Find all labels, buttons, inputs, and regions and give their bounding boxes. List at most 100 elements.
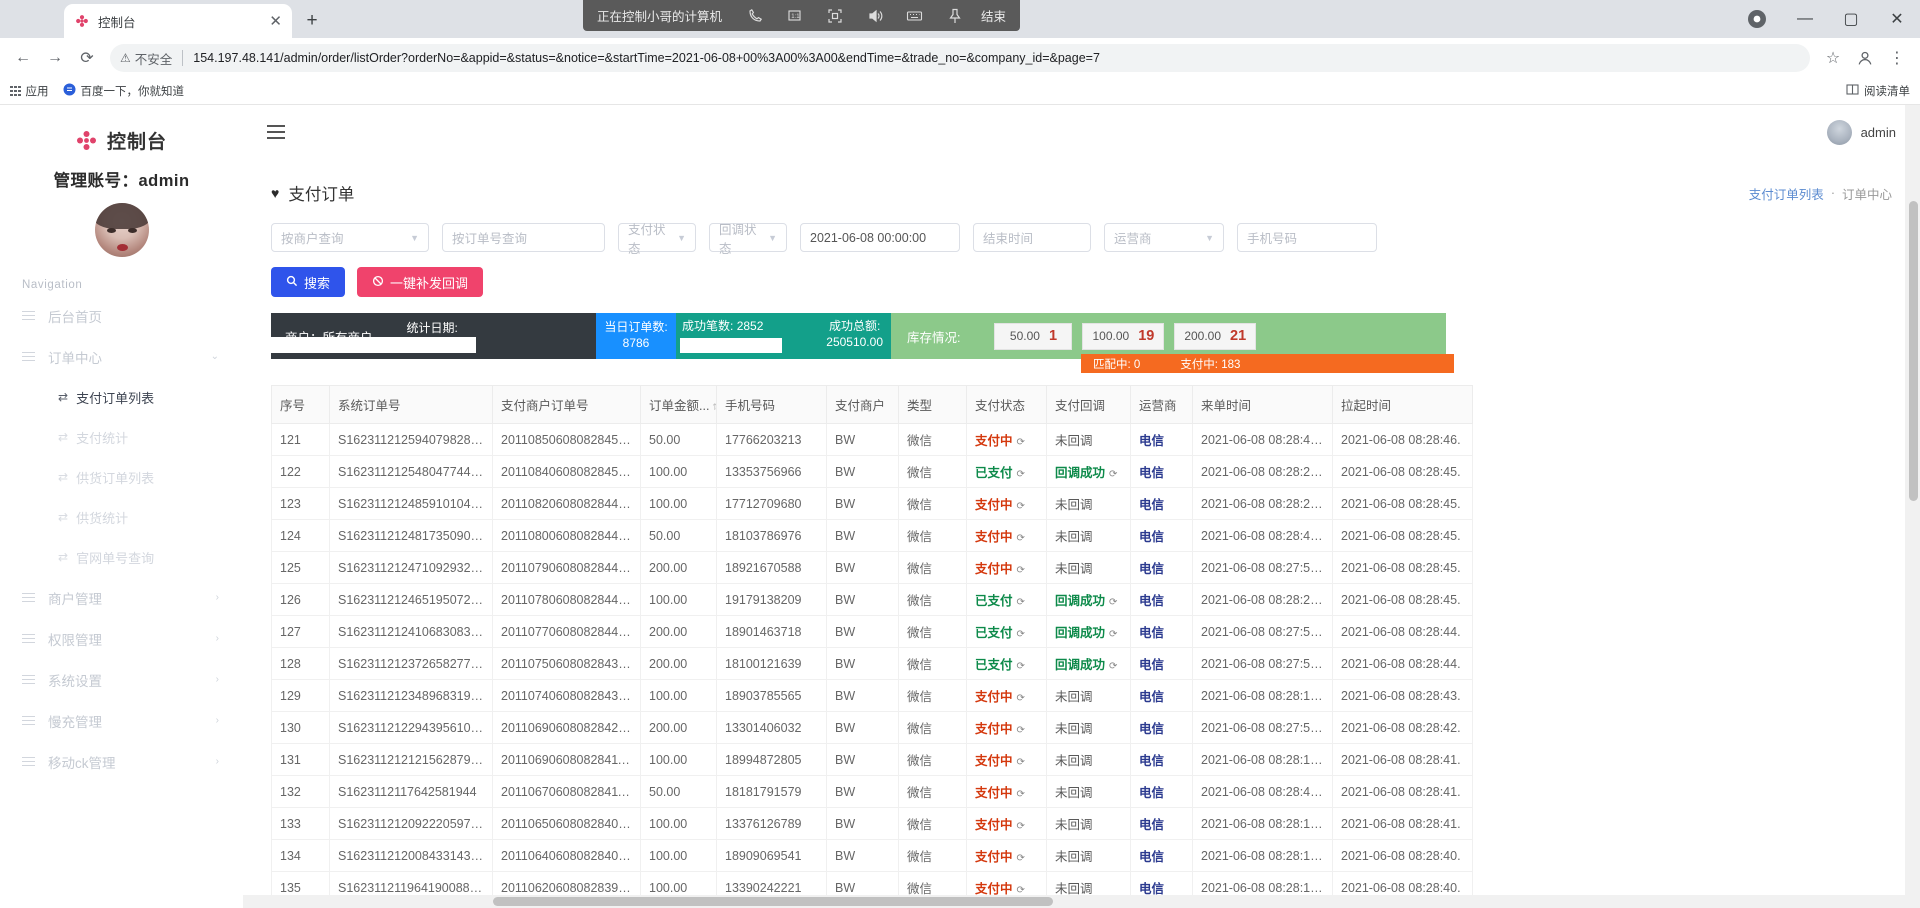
sidebar-item-system-settings[interactable]: 系统设置 › bbox=[0, 659, 243, 700]
refresh-icon[interactable]: ⟳ bbox=[1017, 821, 1025, 832]
refresh-icon[interactable]: ⟳ bbox=[1017, 565, 1025, 576]
table-row[interactable]: 129S1623112123489683191 9201107406080828… bbox=[272, 680, 1473, 712]
horizontal-scrollbar[interactable] bbox=[243, 895, 1920, 908]
phone-icon[interactable] bbox=[735, 0, 775, 31]
sidebar-item-pay-order-list[interactable]: ⇄ 支付订单列表 bbox=[0, 377, 243, 417]
breadcrumb-link[interactable]: 支付订单列表 bbox=[1749, 184, 1824, 203]
forward-icon[interactable]: → bbox=[40, 43, 70, 73]
col-amount-label: 订单金额... bbox=[649, 399, 709, 413]
row-order-time: 2021-06-08 08:28:15.0 bbox=[1193, 808, 1333, 840]
refresh-icon[interactable]: ⟳ bbox=[1017, 725, 1025, 736]
refresh-icon[interactable]: ⟳ bbox=[1017, 437, 1025, 448]
phone-input[interactable]: 手机号码 bbox=[1237, 223, 1377, 252]
table-row[interactable]: 121S1623112125940798288...20110850608082… bbox=[272, 424, 1473, 456]
sidebar-item-order-center[interactable]: 订单中心 ⌄ bbox=[0, 336, 243, 377]
bookmark-star-icon[interactable]: ☆ bbox=[1818, 43, 1848, 73]
table-row[interactable]: 130S1623112122943956108 1201106906080828… bbox=[272, 712, 1473, 744]
refresh-icon[interactable]: ⟳ bbox=[1109, 597, 1117, 608]
row-pay-callback: 未回调 bbox=[1047, 808, 1131, 840]
vertical-scroll-thumb[interactable] bbox=[1909, 201, 1918, 501]
window-close-button[interactable]: ✕ bbox=[1874, 2, 1920, 36]
browser-menu-icon[interactable]: ⋮ bbox=[1882, 43, 1912, 73]
topbar-user-area[interactable]: admin bbox=[1827, 120, 1896, 145]
horizontal-scroll-thumb[interactable] bbox=[493, 897, 1053, 906]
stats-today-orders: 当日订单数: 8786 bbox=[596, 313, 676, 359]
table-row[interactable]: 128S1623112123726582770 0201107506080828… bbox=[272, 648, 1473, 680]
sidebar-item-slow-recharge-mgmt[interactable]: 慢充管理 › bbox=[0, 700, 243, 741]
row-pull-time: 2021-06-08 08:28:44. bbox=[1333, 616, 1473, 648]
table-row[interactable]: 126S1623112124651950725 1201107806080828… bbox=[272, 584, 1473, 616]
end-remote-session-button[interactable]: 结束 bbox=[975, 6, 1020, 25]
row-pay-callback-value: 回调成功 bbox=[1055, 626, 1105, 640]
bookmark-baidu[interactable]: 百度一下，你就知道 bbox=[63, 83, 185, 99]
callback-status-select[interactable]: 回调状态 ▼ bbox=[709, 223, 787, 252]
table-row[interactable]: 133S1623112120922205977...20110650608082… bbox=[272, 808, 1473, 840]
refresh-icon[interactable]: ⟳ bbox=[1017, 469, 1025, 480]
row-phone: 18994872805 bbox=[717, 744, 827, 776]
bookmark-apps[interactable]: 应用 bbox=[10, 83, 49, 99]
sidebar-item-merchant-mgmt[interactable]: 商户管理 › bbox=[0, 577, 243, 618]
sidebar-item-mobile-ck-mgmt[interactable]: 移动ck管理 › bbox=[0, 741, 243, 782]
merchant-select[interactable]: 按商户查询 ▼ bbox=[271, 223, 429, 252]
back-icon[interactable]: ← bbox=[8, 43, 38, 73]
keyboard-icon[interactable] bbox=[895, 0, 935, 31]
refresh-icon[interactable]: ⟳ bbox=[1017, 757, 1025, 768]
volume-icon[interactable] bbox=[855, 0, 895, 31]
start-time-input[interactable]: 2021-06-08 00:00:00 bbox=[800, 223, 960, 252]
menu-icon[interactable] bbox=[267, 125, 285, 139]
tab-close-icon[interactable]: ✕ bbox=[269, 14, 282, 29]
table-row[interactable]: 132S162311211764258194420110670608082841… bbox=[272, 776, 1473, 808]
row-order-time: 2021-06-08 08:28:40.0 bbox=[1193, 776, 1333, 808]
address-bar[interactable]: ⚠ 不安全 154.197.48.141/admin/order/listOrd… bbox=[110, 44, 1810, 72]
refresh-icon[interactable]: ⟳ bbox=[1017, 597, 1025, 608]
refresh-icon[interactable]: ⟳ bbox=[1017, 853, 1025, 864]
refresh-icon[interactable]: ⟳ bbox=[1109, 469, 1117, 480]
reload-icon[interactable]: ⟳ bbox=[72, 43, 102, 73]
refresh-icon[interactable]: ⟳ bbox=[1017, 629, 1025, 640]
window-minimize-button[interactable]: ― bbox=[1782, 2, 1828, 36]
row-order-time: 2021-06-08 08:28:15.0 bbox=[1193, 744, 1333, 776]
row-order-time: 2021-06-08 08:28:27.0 bbox=[1193, 488, 1333, 520]
pin-icon[interactable] bbox=[935, 0, 975, 31]
order-no-input[interactable]: 按订单号查询 bbox=[442, 223, 605, 252]
profile-avatar-icon[interactable] bbox=[1850, 43, 1880, 73]
sidebar-item-supply-stats[interactable]: ⇄ 供货统计 bbox=[0, 497, 243, 537]
carrier-select[interactable]: 运营商 ▼ bbox=[1104, 223, 1224, 252]
refresh-icon[interactable]: ⟳ bbox=[1017, 693, 1025, 704]
refresh-icon[interactable]: ⟳ bbox=[1017, 661, 1025, 672]
end-time-input[interactable]: 结束时间 bbox=[973, 223, 1091, 252]
reading-list-button[interactable]: 阅读清单 bbox=[1846, 83, 1910, 99]
browser-tab[interactable]: 控制台 ✕ bbox=[64, 4, 292, 38]
fullscreen-icon[interactable] bbox=[815, 0, 855, 31]
new-tab-button[interactable]: + bbox=[298, 7, 326, 35]
table-row[interactable]: 125S1623112124710929321 7201107906080828… bbox=[272, 552, 1473, 584]
refresh-icon[interactable]: ⟳ bbox=[1109, 661, 1117, 672]
table-row[interactable]: 122S1623112125480477449...20110840608082… bbox=[272, 456, 1473, 488]
refresh-icon[interactable]: ⟳ bbox=[1017, 533, 1025, 544]
sidebar-item-official-order-query[interactable]: ⇄ 官网单号查询 bbox=[0, 537, 243, 577]
refresh-icon[interactable]: ⟳ bbox=[1109, 629, 1117, 640]
sidebar-item-permission-mgmt[interactable]: 权限管理 › bbox=[0, 618, 243, 659]
sidebar-item-label: 慢充管理 bbox=[48, 711, 102, 731]
table-row[interactable]: 123S1623112124859101049 8201108206080828… bbox=[272, 488, 1473, 520]
refresh-icon[interactable]: ⟳ bbox=[1017, 501, 1025, 512]
vertical-scrollbar[interactable] bbox=[1905, 105, 1920, 908]
col-amount[interactable]: 订单金额...⇅ bbox=[641, 386, 717, 424]
table-row[interactable]: 124S1623112124817350906 6201108006080828… bbox=[272, 520, 1473, 552]
table-row[interactable]: 127S1623112124106830830 8201107706080828… bbox=[272, 616, 1473, 648]
scale-1to1-icon[interactable]: 1:1 bbox=[775, 0, 815, 31]
table-row[interactable]: 131S1623112121215628793 9201106906080828… bbox=[272, 744, 1473, 776]
sidebar-item-home[interactable]: 后台首页 bbox=[0, 295, 243, 336]
end-time-value: 结束时间 bbox=[983, 228, 1033, 247]
search-button[interactable]: 搜索 bbox=[271, 267, 345, 297]
security-indicator[interactable]: ⚠ 不安全 bbox=[120, 49, 172, 68]
table-row[interactable]: 134S1623112120084331438 8201106406080828… bbox=[272, 840, 1473, 872]
refresh-icon[interactable]: ⟳ bbox=[1017, 789, 1025, 800]
pay-status-select[interactable]: 支付状态 ▼ bbox=[618, 223, 696, 252]
resend-callback-button[interactable]: 一键补发回调 bbox=[357, 267, 483, 297]
record-indicator-icon[interactable] bbox=[1740, 2, 1774, 36]
sidebar-item-pay-stats[interactable]: ⇄ 支付统计 bbox=[0, 417, 243, 457]
window-maximize-button[interactable]: ▢ bbox=[1828, 2, 1874, 36]
sidebar-item-supply-order-list[interactable]: ⇄ 供货订单列表 bbox=[0, 457, 243, 497]
row-pull-time: 2021-06-08 08:28:45. bbox=[1333, 456, 1473, 488]
